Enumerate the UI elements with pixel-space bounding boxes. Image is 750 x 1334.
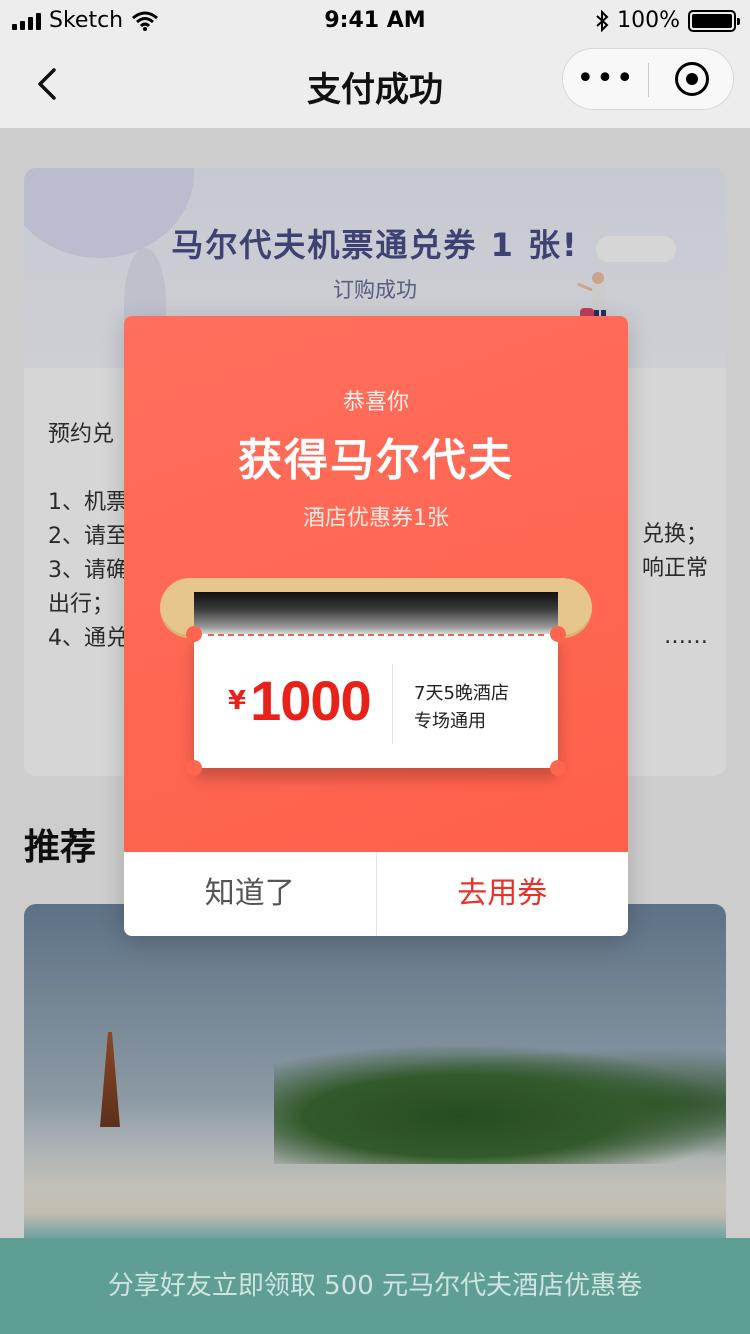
scroll-shadow [194,592,558,636]
status-bar: Sketch 9:41 AM 100% [0,0,750,40]
coupon-desc-line: 专场通用 [414,711,486,732]
coupon-desc-line: 7天5晚酒店 [414,683,509,704]
coupon-notch [186,760,202,776]
more-icon[interactable]: ••• [563,61,649,96]
coupon-notch [550,760,566,776]
battery-percent: 100% [617,8,680,33]
use-coupon-button[interactable]: 去用券 [377,852,629,936]
nav-bar: 支付成功 ••• [0,40,750,128]
share-bar[interactable]: 分享好友立即领取 500 元马尔代夫酒店优惠卷 [0,1238,750,1334]
congrats-text: 恭喜你 [342,390,409,415]
status-right: 100% [595,8,740,33]
target-icon[interactable] [675,62,709,96]
coupon-amount: ¥1000 [228,668,372,733]
mini-program-capsule: ••• [562,48,734,110]
bluetooth-icon [596,9,609,32]
coupon-value: 1000 [250,669,372,732]
coupon-divider [392,664,393,744]
modal-subtitle: 酒店优惠券1张 [303,506,449,531]
got-it-button[interactable]: 知道了 [124,852,377,936]
coupon-modal: 恭喜你 获得马尔代夫 酒店优惠券1张 ¥1000 7天5晚酒店 专场通用 知道了… [124,316,628,936]
coupon-description: 7天5晚酒店 专场通用 [414,680,509,736]
coupon-notch [550,626,566,642]
coupon-ticket: ¥1000 7天5晚酒店 专场通用 [186,626,566,776]
currency-symbol: ¥ [228,685,247,716]
coupon-dash-line [208,634,544,636]
modal-title: 获得马尔代夫 [238,435,514,486]
coupon-notch [186,626,202,642]
capsule-divider [648,63,649,97]
battery-icon [688,9,740,32]
modal-actions: 知道了 去用券 [124,852,628,936]
